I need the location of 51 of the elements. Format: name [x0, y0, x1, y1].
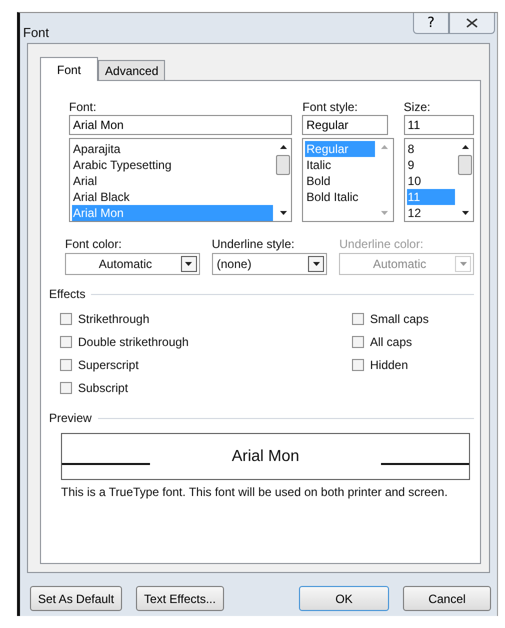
tab[interactable]: Advanced [98, 60, 166, 80]
dropdown[interactable]: Automatic [65, 253, 200, 275]
text-field[interactable]: Regular [302, 115, 388, 135]
button[interactable]: Set As Default [30, 586, 122, 611]
checkbox[interactable]: Superscript [60, 353, 352, 376]
dropdown-arrow-icon[interactable] [312, 262, 320, 266]
field-label: Font style: [302, 99, 359, 115]
list-item[interactable]: Arial [72, 173, 274, 189]
text-field[interactable]: Arial Mon [69, 115, 292, 135]
field-label: Size: [404, 99, 432, 115]
button[interactable]: OK [299, 586, 389, 611]
checkbox[interactable]: Strikethrough [60, 307, 352, 330]
close-button[interactable] [449, 13, 495, 34]
dropdown-arrow-icon[interactable] [185, 262, 192, 266]
checkbox[interactable]: Double strikethrough [60, 330, 352, 353]
scroll-down-icon[interactable] [280, 211, 287, 215]
list-item[interactable]: Arabic Typesetting [72, 157, 274, 173]
list-item[interactable]: 9 [406, 157, 455, 173]
list-item[interactable]: 10 [406, 173, 455, 189]
field-label: Underline color: [339, 236, 424, 252]
list-item[interactable]: Italic [305, 157, 375, 173]
list-item[interactable]: 8 [406, 141, 455, 157]
field-label: Underline style: [212, 236, 296, 252]
scroll-down-icon[interactable] [462, 211, 468, 215]
list-item[interactable]: Arial Black [72, 189, 274, 205]
tab[interactable]: Font [40, 57, 98, 81]
button[interactable]: Cancel [403, 586, 491, 611]
list-item[interactable]: 12 [406, 205, 455, 221]
scroll-up-icon[interactable] [462, 145, 468, 149]
checkbox[interactable]: Subscript [60, 376, 352, 399]
info-text: This is a TrueType font. This font will be used on both printer and screen. [61, 485, 449, 499]
window-title: Font [23, 25, 50, 40]
checkbox[interactable]: All caps [352, 330, 429, 353]
dropdown[interactable]: (none) [212, 253, 328, 275]
checkbox[interactable]: Small caps [352, 307, 429, 330]
scroll-up-icon[interactable] [280, 145, 287, 149]
scroll-thumb[interactable] [276, 155, 290, 175]
checkbox[interactable]: Hidden [352, 353, 429, 376]
close-icon[interactable] [466, 18, 478, 28]
help-button[interactable]: ? [413, 13, 449, 34]
field-label: Font color: [65, 236, 123, 252]
scroll-thumb[interactable] [458, 155, 472, 175]
section-title: Preview [49, 411, 92, 425]
section-title: Effects [49, 287, 86, 301]
text-field[interactable]: 11 [404, 115, 474, 135]
list-item[interactable]: Bold Italic [305, 189, 375, 205]
preview-text: Arial Mon [232, 448, 300, 466]
list-item[interactable]: Aparajita [72, 141, 274, 157]
field-label: Font: [69, 99, 98, 115]
button[interactable]: Text Effects... [136, 586, 224, 611]
list-item[interactable]: Bold [305, 173, 375, 189]
